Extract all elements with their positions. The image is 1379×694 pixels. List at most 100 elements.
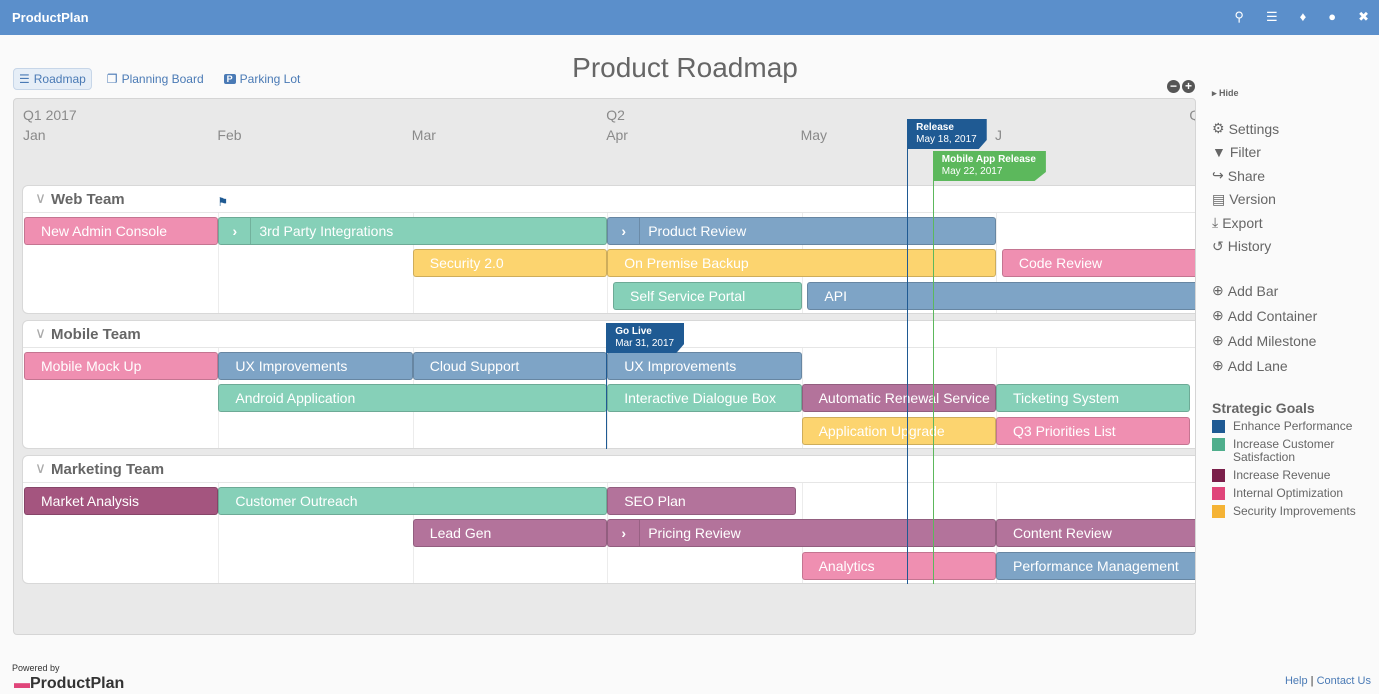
bar-label: Ticketing System: [1013, 390, 1120, 406]
roadmap-bar[interactable]: Customer Outreach: [218, 487, 608, 515]
view-tabs: ☰ Roadmap ❐ Planning Board P Parking Lot: [13, 68, 305, 90]
bar-label: API: [824, 288, 847, 304]
bar-label: UX Improvements: [235, 358, 348, 374]
bar-label: SEO Plan: [624, 493, 686, 509]
fullscreen-icon[interactable]: ✖: [1358, 9, 1369, 25]
sidebar-filter[interactable]: ▼ Filter: [1212, 141, 1317, 165]
legend-item: Increase Revenue: [1212, 469, 1372, 482]
sidebar-add-lane[interactable]: ⊕ Add Lane: [1212, 353, 1317, 378]
milestone-date: May 22, 2017: [941, 166, 1003, 177]
roadmap-bar[interactable]: Q3 Priorities List: [996, 417, 1191, 445]
container-web-team: ∨ Web Team New Admin Console › 3rd Party Int…: [22, 185, 1195, 314]
sidebar-add-container[interactable]: ⊕ Add Container: [1212, 303, 1317, 328]
roadmap-bar[interactable]: Code Review: [1001, 249, 1195, 277]
bar-label: Analytics: [818, 558, 875, 574]
contact-link[interactable]: Contact Us: [1317, 675, 1371, 687]
bar-label: Code Review: [1018, 255, 1103, 271]
sidebar-settings[interactable]: ⚙ Settings: [1212, 117, 1317, 141]
container-header[interactable]: ∨ Web Team: [23, 186, 1195, 213]
roadmap-bar[interactable]: Interactive Dialogue Box: [607, 384, 802, 412]
sidebar-version[interactable]: ▤ Version: [1212, 188, 1317, 212]
roadmap-bar[interactable]: Self Service Portal: [613, 282, 802, 310]
roadmap-icon: ☰: [19, 72, 30, 86]
sidebar-share[interactable]: ↪ Share: [1212, 164, 1317, 188]
container-title: Marketing Team: [51, 461, 165, 478]
roadmap-bar[interactable]: Lead Gen: [412, 519, 608, 547]
roadmap-bar[interactable]: Content Review: [996, 519, 1195, 547]
search-icon[interactable]: ⚲: [1234, 9, 1244, 25]
bar-label: Q3 Priorities List: [1013, 423, 1116, 439]
roadmap-bar[interactable]: Ticketing System: [996, 384, 1191, 412]
bar-label: Automatic Renewal Service: [818, 390, 990, 406]
expand-chevron-icon[interactable]: ›: [608, 218, 641, 244]
share-icon: ↪: [1212, 167, 1224, 184]
roadmap-bar[interactable]: UX Improvements: [607, 352, 802, 380]
bar-label: Security 2.0: [429, 255, 504, 271]
legend-swatch: [1212, 438, 1225, 451]
roadmap-bar[interactable]: Market Analysis: [24, 487, 219, 515]
user-icon[interactable]: ●: [1328, 9, 1336, 25]
quarter-label: Q2: [606, 107, 625, 123]
milestone-flag[interactable]: Mobile App Release May 22, 2017: [932, 151, 1046, 181]
month-label: Feb: [217, 127, 242, 143]
chevron-down-icon[interactable]: ∨: [35, 324, 46, 342]
bar-label: Product Review: [648, 223, 747, 239]
milestone-name: Go Live: [615, 326, 652, 337]
plus-circle-icon: ⊕: [1212, 282, 1224, 298]
milestone-name: Release: [916, 122, 954, 133]
bar-label: Mobile Mock Up: [41, 358, 142, 374]
chevron-down-icon[interactable]: ∨: [35, 189, 46, 207]
roadmap-board: Q1 2017 Q2 Q Jan Feb Mar Apr May J ∨ Web Team New A…: [13, 98, 1196, 635]
brand-logo: ProductPlan: [12, 10, 89, 25]
roadmap-bar[interactable]: Security 2.0: [412, 249, 608, 277]
expand-chevron-icon[interactable]: ›: [608, 520, 641, 546]
roadmap-bar[interactable]: Cloud Support: [412, 352, 608, 380]
tab-planning-board[interactable]: ❐ Planning Board: [102, 68, 209, 90]
bar-label: UX Improvements: [624, 358, 737, 374]
roadmap-bar[interactable]: On Premise Backup: [607, 249, 996, 277]
roadmap-bar[interactable]: Mobile Mock Up: [24, 352, 219, 380]
sidebar: ▸ Hide ⚙ Settings ▼ Filter ↪ Share ▤ Version ⤓ Ex…: [1212, 88, 1317, 378]
sidebar-add-milestone[interactable]: ⊕ Add Milestone: [1212, 328, 1317, 353]
container-header[interactable]: ∨ Marketing Team: [23, 456, 1195, 483]
gear-icon: ⚙: [1212, 120, 1225, 137]
archive-icon: ▤: [1212, 190, 1226, 207]
chevron-down-icon[interactable]: ∨: [35, 459, 46, 477]
bar-label: Pricing Review: [648, 525, 741, 541]
roadmap-bar[interactable]: Performance Management: [996, 552, 1195, 580]
roadmap-bar[interactable]: › Product Review: [607, 217, 996, 245]
bell-icon[interactable]: ♦: [1300, 9, 1307, 25]
zoom-out-button[interactable]: −: [1167, 80, 1180, 93]
month-label: Jan: [23, 127, 46, 143]
sidebar-export[interactable]: ⤓ Export: [1212, 211, 1317, 235]
bar-label: 3rd Party Integrations: [259, 223, 394, 239]
tab-parking-lot[interactable]: P Parking Lot: [219, 68, 306, 90]
roadmap-bar[interactable]: Analytics: [801, 552, 996, 580]
roadmap-icon[interactable]: ☰: [1266, 9, 1278, 25]
roadmap-bar[interactable]: Automatic Renewal Service: [801, 384, 996, 412]
roadmap-bar[interactable]: API: [807, 282, 1195, 310]
legend-swatch: [1212, 469, 1225, 482]
roadmap-bar[interactable]: Application Upgrade: [801, 417, 996, 445]
tab-roadmap[interactable]: ☰ Roadmap: [13, 68, 92, 90]
bar-label: Lead Gen: [429, 525, 492, 541]
milestone-flag[interactable]: Go Live Mar 31, 2017: [606, 323, 685, 353]
powered-by: Powered by: [12, 663, 60, 673]
hide-sidebar-button[interactable]: ▸ Hide: [1212, 88, 1317, 99]
sidebar-add-bar[interactable]: ⊕ Add Bar: [1212, 278, 1317, 303]
legend-item: Internal Optimization: [1212, 487, 1372, 500]
roadmap-bar[interactable]: Android Application: [218, 384, 608, 412]
expand-chevron-icon[interactable]: ›: [219, 218, 252, 244]
bar-label: Customer Outreach: [235, 493, 358, 509]
plus-circle-icon: ⊕: [1212, 332, 1224, 348]
sidebar-history[interactable]: ↺ History: [1212, 235, 1317, 259]
zoom-in-button[interactable]: +: [1182, 80, 1195, 93]
milestone-flag[interactable]: Release May 18, 2017: [907, 119, 987, 149]
roadmap-bar[interactable]: New Admin Console: [24, 217, 219, 245]
roadmap-bar[interactable]: › 3rd Party Integrations: [218, 217, 608, 245]
roadmap-bar[interactable]: › Pricing Review: [607, 519, 996, 547]
roadmap-bar[interactable]: SEO Plan: [607, 487, 796, 515]
month-label: May: [800, 127, 828, 143]
help-link[interactable]: Help: [1285, 675, 1308, 687]
roadmap-bar[interactable]: UX Improvements: [218, 352, 413, 380]
